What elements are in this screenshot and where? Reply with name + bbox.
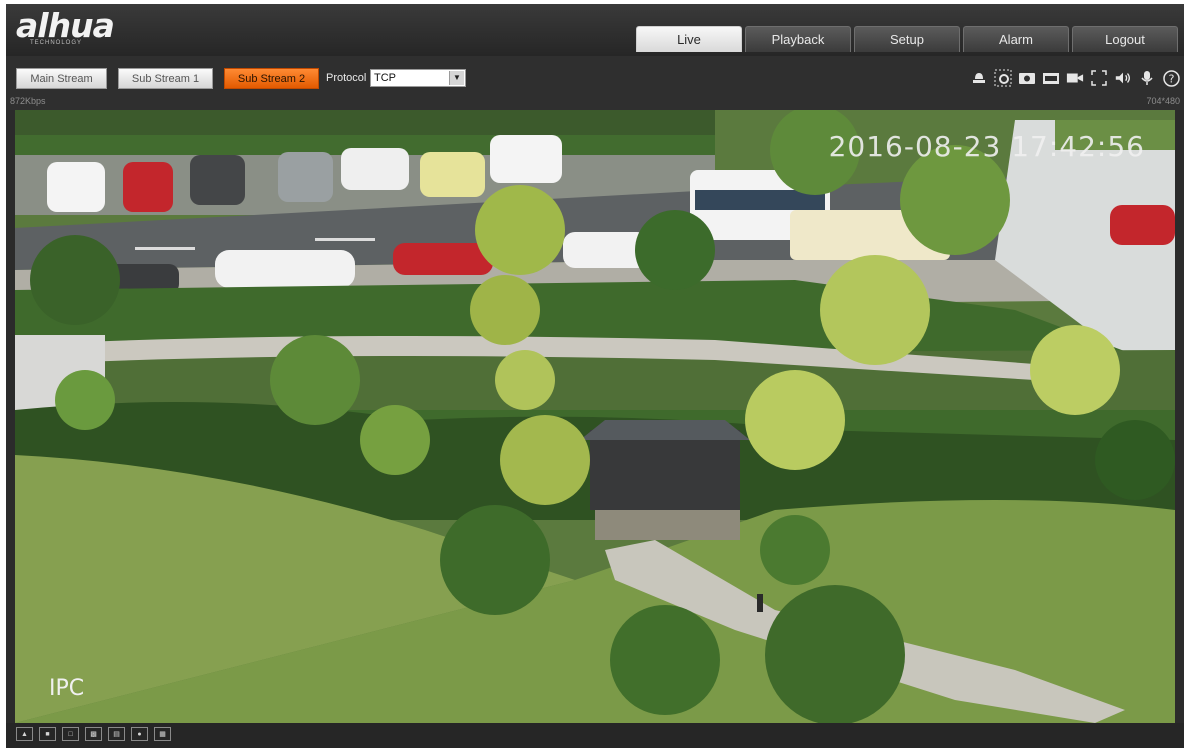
person [757,594,763,612]
digital-zoom-icon[interactable] [994,69,1012,87]
talk-icon[interactable] [1138,69,1156,87]
tab-alarm[interactable]: Alarm [963,26,1069,52]
bottom-toolbar: ▲ ■ □ ▩ ▤ ● ▦ [6,723,1184,748]
camera-scene [15,110,1175,723]
tab-live[interactable]: Live [636,26,742,52]
fullscreen-icon[interactable] [1090,69,1108,87]
bitrate-readout: 872Kbps [10,96,46,106]
original-size-icon[interactable]: □ [62,727,79,741]
chevron-down-icon: ▼ [449,71,464,85]
brand-logo-sub: TECHNOLOGY [30,40,83,46]
protocol-label: Protocol [326,72,367,84]
main-stream-button[interactable]: Main Stream [16,68,107,89]
video-timestamp: 2016-08-23 17:42:56 [828,130,1145,163]
header: alhua TECHNOLOGY Live Playback Setup Ala… [6,4,1184,56]
brand-logo: alhua [16,6,115,45]
channel-label: IPC [49,676,85,701]
sub-stream-1-button[interactable]: Sub Stream 1 [118,68,213,89]
audio-icon[interactable] [1114,69,1132,87]
live-tool-icons: ? [970,69,1180,87]
triple-snapshot-icon[interactable] [1042,69,1060,87]
image-adjust-icon[interactable]: ■ [39,727,56,741]
snapshot-icon[interactable] [1018,69,1036,87]
tab-setup[interactable]: Setup [854,26,960,52]
alarm-output-icon[interactable] [970,69,988,87]
record-icon[interactable] [1066,69,1084,87]
live-toolbar: Main Stream Sub Stream 1 Sub Stream 2 Pr… [6,56,1184,110]
help-icon[interactable]: ? [1162,69,1180,87]
app-frame: alhua TECHNOLOGY Live Playback Setup Ala… [6,4,1184,748]
sub-stream-2-button[interactable]: Sub Stream 2 [224,68,319,89]
fluency-icon[interactable]: ▤ [108,727,125,741]
resolution-readout: 704*480 [1146,96,1180,106]
live-video[interactable]: 2016-08-23 17:42:56 IPC [15,110,1175,723]
rule-info-icon[interactable]: ● [131,727,148,741]
bottom-icons: ▲ ■ □ ▩ ▤ ● ▦ [16,727,171,741]
main-nav: Live Playback Setup Alarm Logout [636,26,1178,52]
protocol-value: TCP [374,72,396,84]
ratio-icon[interactable]: ▩ [85,727,102,741]
ptz-icon[interactable]: ▲ [16,727,33,741]
protocol-select[interactable]: TCP ▼ [370,69,466,87]
tab-playback[interactable]: Playback [745,26,851,52]
svg-text:?: ? [1168,72,1174,85]
stretch-icon[interactable]: ▦ [154,727,171,741]
tab-logout[interactable]: Logout [1072,26,1178,52]
